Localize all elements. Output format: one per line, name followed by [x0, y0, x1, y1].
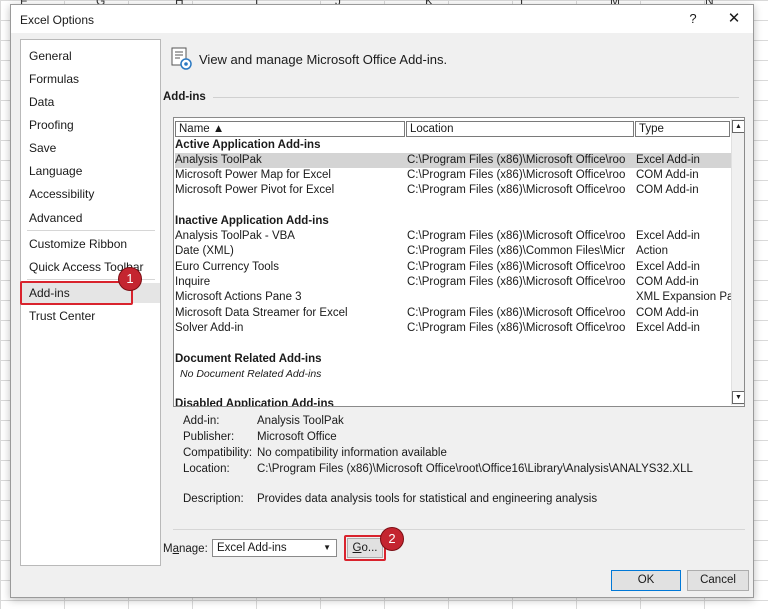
sidebar-item-customize-ribbon[interactable]: Customize Ribbon	[21, 234, 160, 254]
list-item[interactable]: Analysis ToolPak - VBA C:\Program Files …	[175, 229, 731, 244]
add-ins-list[interactable]: Name ▲ Location Type Active Application …	[173, 117, 745, 407]
sidebar-divider	[27, 230, 155, 231]
list-item[interactable]: Microsoft Power Pivot for Excel C:\Progr…	[175, 183, 731, 198]
detail-label-add-in: Add-in:	[183, 415, 220, 427]
detail-value-add-in: Analysis ToolPak	[257, 415, 344, 427]
section-divider	[213, 97, 739, 98]
cancel-button[interactable]: Cancel	[687, 570, 749, 591]
column-header-name[interactable]: Name ▲	[175, 121, 405, 137]
list-item[interactable]: Euro Currency Tools C:\Program Files (x8…	[175, 260, 731, 275]
group-header: Document Related Add-ins	[175, 353, 322, 365]
list-item[interactable]: Solver Add-in C:\Program Files (x86)\Mic…	[175, 321, 731, 336]
dialog-title: Excel Options	[20, 13, 95, 27]
group-header: Active Application Add-ins	[175, 139, 321, 151]
title-bar: Excel Options ? ✕	[11, 5, 753, 33]
group-header: Disabled Application Add-ins	[175, 398, 334, 407]
help-button[interactable]: ?	[685, 11, 701, 27]
sidebar-item-data[interactable]: Data	[21, 92, 160, 112]
add-ins-icon	[171, 47, 192, 70]
detail-value-location: C:\Program Files (x86)\Microsoft Office\…	[257, 463, 693, 475]
detail-label-compatibility: Compatibility:	[183, 447, 253, 459]
add-ins-highlight	[20, 281, 133, 305]
sidebar-item-trust-center[interactable]: Trust Center	[21, 306, 160, 326]
callout-marker-2: 2	[380, 527, 404, 551]
detail-label-location: Location:	[183, 463, 230, 475]
manage-label: Manage:	[163, 543, 208, 555]
sidebar-item-formulas[interactable]: Formulas	[21, 69, 160, 89]
detail-label-publisher: Publisher:	[183, 431, 235, 443]
callout-marker-1: 1	[118, 267, 142, 291]
chevron-down-icon: ▼	[323, 543, 331, 552]
column-header-location[interactable]: Location	[406, 121, 634, 137]
sidebar-item-advanced[interactable]: Advanced	[21, 208, 160, 228]
detail-value-publisher: Microsoft Office	[257, 431, 337, 443]
sidebar-item-language[interactable]: Language	[21, 161, 160, 181]
list-item[interactable]: Microsoft Data Streamer for Excel C:\Pro…	[175, 306, 731, 321]
list-item[interactable]: Date (XML) C:\Program Files (x86)\Common…	[175, 244, 731, 259]
manage-divider	[173, 529, 745, 530]
column-header-type[interactable]: Type	[635, 121, 730, 137]
scroll-up-icon[interactable]: ▲	[732, 120, 744, 133]
detail-value-description: Provides data analysis tools for statist…	[257, 493, 598, 505]
excel-options-dialog: Excel Options ? ✕ General Formulas Data …	[10, 4, 754, 598]
detail-label-description: Description:	[183, 493, 244, 505]
list-item[interactable]: Analysis ToolPak C:\Program Files (x86)\…	[175, 153, 731, 168]
manage-dropdown-value: Excel Add-ins	[217, 542, 287, 554]
detail-value-compatibility: No compatibility information available	[257, 447, 447, 459]
close-button[interactable]: ✕	[725, 9, 743, 27]
section-label-add-ins: Add-ins	[163, 91, 206, 103]
group-header: Inactive Application Add-ins	[175, 215, 329, 227]
manage-dropdown[interactable]: Excel Add-ins ▼	[212, 539, 337, 557]
options-sidebar: General Formulas Data Proofing Save Lang…	[20, 39, 161, 566]
list-item[interactable]: Microsoft Actions Pane 3 XML Expansion P…	[175, 290, 736, 305]
panel-heading: View and manage Microsoft Office Add-ins…	[199, 52, 448, 67]
sidebar-item-save[interactable]: Save	[21, 138, 160, 158]
sidebar-item-accessibility[interactable]: Accessibility	[21, 184, 160, 204]
list-item[interactable]: Microsoft Power Map for Excel C:\Program…	[175, 168, 731, 183]
sidebar-item-proofing[interactable]: Proofing	[21, 115, 160, 135]
scroll-down-icon[interactable]: ▼	[732, 391, 744, 404]
list-item[interactable]: Inquire C:\Program Files (x86)\Microsoft…	[175, 275, 731, 290]
add-ins-panel: View and manage Microsoft Office Add-ins…	[161, 33, 751, 573]
sidebar-item-general[interactable]: General	[21, 46, 160, 66]
list-scrollbar[interactable]: ▲ ▼	[731, 119, 744, 405]
ok-button[interactable]: OK	[611, 570, 681, 591]
empty-group-note: No Document Related Add-ins	[180, 368, 322, 380]
